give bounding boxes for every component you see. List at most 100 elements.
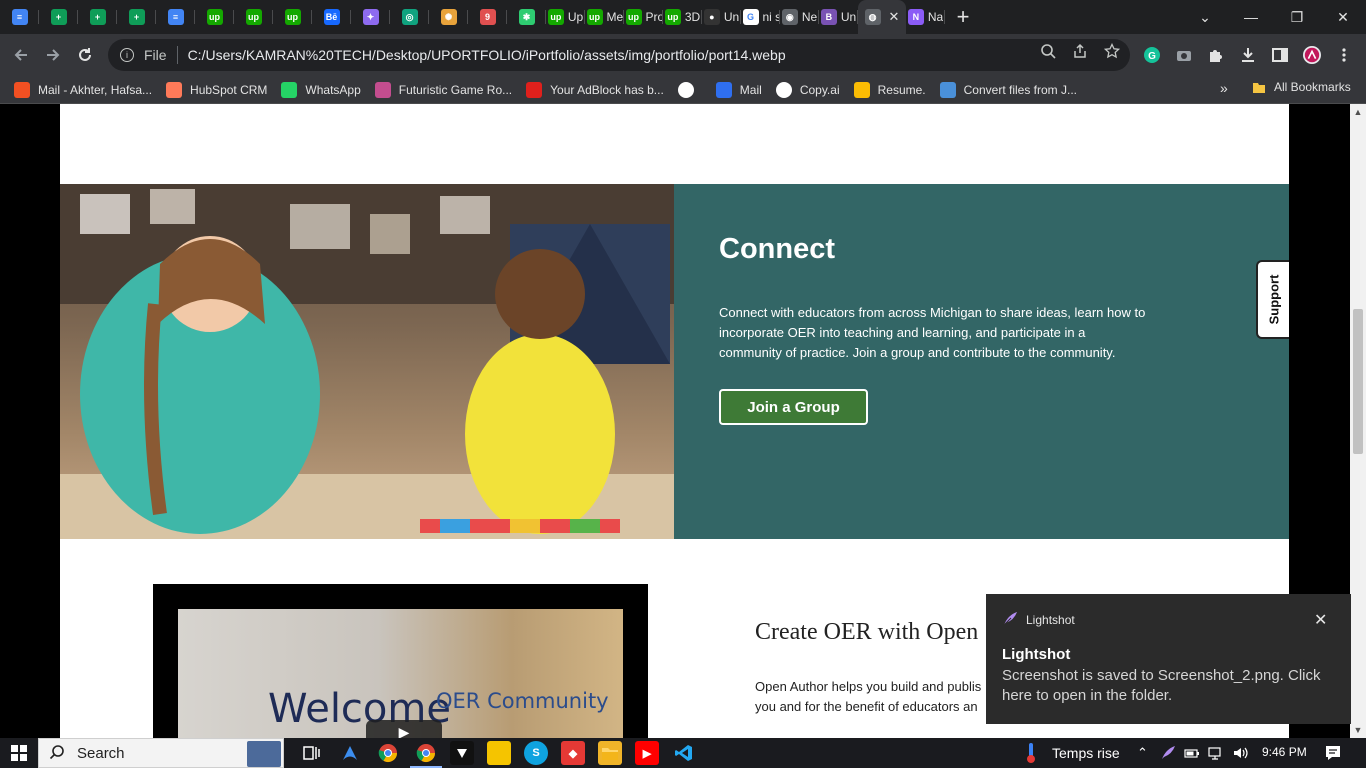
browser-tab[interactable]: +: [78, 0, 117, 34]
bookmark-star-icon[interactable]: [1104, 43, 1120, 59]
bookmark-item[interactable]: Mail - Akhter, Hafsa...: [14, 81, 153, 98]
browser-tab[interactable]: +: [117, 0, 156, 34]
browser-tab[interactable]: ◉ Ne: [780, 0, 819, 34]
bookmark-item[interactable]: Mail: [715, 81, 762, 98]
browser-tab[interactable]: ✦: [351, 0, 390, 34]
close-tab-icon[interactable]: ✕: [889, 9, 900, 25]
bookmark-item[interactable]: HubSpot CRM: [166, 81, 267, 98]
bookmark-item[interactable]: Your AdBlock has b...: [526, 81, 664, 98]
browser-tab[interactable]: ✺: [429, 0, 468, 34]
upwork-icon: up: [547, 9, 564, 25]
bookmarks-overflow-button[interactable]: »: [1220, 80, 1228, 96]
grammarly-extension-icon[interactable]: G: [1143, 46, 1161, 64]
browser-tab[interactable]: 9: [468, 0, 507, 34]
lightshot-notification[interactable]: Lightshot ✕ Lightshot Screenshot is save…: [986, 594, 1351, 724]
browser-tab[interactable]: Bē: [312, 0, 351, 34]
browser-tab[interactable]: up 3D: [663, 0, 702, 34]
task-view-icon[interactable]: [300, 741, 324, 765]
network-icon[interactable]: [1208, 745, 1224, 766]
info-icon[interactable]: i: [120, 48, 134, 62]
skype-icon[interactable]: S: [524, 741, 548, 765]
browser-tab[interactable]: up Up: [546, 0, 585, 34]
page-scrollbar[interactable]: ▲ ▼: [1350, 104, 1366, 738]
browser-tab[interactable]: +: [39, 0, 78, 34]
sticky-notes-icon[interactable]: [487, 741, 511, 765]
tray-overflow-chevron-icon[interactable]: ⌃: [1137, 745, 1148, 761]
children-playing-photo: [60, 184, 674, 539]
battery-icon[interactable]: [1184, 745, 1200, 766]
browser-tab[interactable]: ≡: [156, 0, 195, 34]
back-button[interactable]: [8, 42, 34, 68]
reload-button[interactable]: [72, 42, 98, 68]
browser-tab[interactable]: up: [273, 0, 312, 34]
address-url[interactable]: C:/Users/KAMRAN%20TECH/Desktop/UPORTFOLI…: [188, 47, 786, 63]
browser-tab[interactable]: Gni s: [741, 0, 780, 34]
app-red-icon[interactable]: ◆: [561, 741, 585, 765]
clock-time[interactable]: 9:46 PM: [1262, 745, 1307, 759]
bookmark-item[interactable]: Convert files from J...: [939, 81, 1077, 98]
bookmarks-bar: Mail - Akhter, Hafsa... HubSpot CRM WhatsA…: [0, 76, 1366, 104]
lightshot-tray-icon[interactable]: [1160, 745, 1176, 766]
tab-title: 3D: [684, 10, 701, 24]
bookmark-item[interactable]: WhatsApp: [281, 81, 361, 98]
menu-kebab-icon[interactable]: [1335, 46, 1353, 64]
app-dark-icon[interactable]: [450, 741, 474, 765]
bookmark-label: Mail - Akhter, Hafsa...: [38, 82, 153, 97]
new-tab-button[interactable]: +: [945, 0, 981, 34]
bookmark-item[interactable]: Futuristic Game Ro...: [374, 81, 513, 98]
bookmark-label: Your AdBlock has b...: [550, 82, 664, 97]
chrome-active-icon[interactable]: [410, 741, 442, 768]
maximize-button[interactable]: ❐: [1274, 0, 1320, 34]
weather-widget[interactable]: Temps rise: [1024, 738, 1120, 768]
notification-close-button[interactable]: ✕: [1314, 610, 1327, 630]
browser-tab[interactable]: up Me: [585, 0, 624, 34]
browser-tab[interactable]: ✱: [507, 0, 546, 34]
app-blue-arc-icon[interactable]: [338, 741, 362, 765]
browser-tab[interactable]: N Na: [906, 0, 945, 34]
start-button[interactable]: [0, 738, 38, 768]
side-panel-icon[interactable]: [1271, 46, 1289, 64]
notification-body[interactable]: Screenshot is saved to Screenshot_2.png.…: [1002, 666, 1332, 706]
browser-tab[interactable]: B Un: [819, 0, 858, 34]
share-icon[interactable]: [1072, 43, 1088, 59]
bookmark-item[interactable]: [677, 81, 702, 98]
profile-avatar[interactable]: [1303, 46, 1321, 64]
browser-tab[interactable]: ≡: [0, 0, 39, 34]
sheets-icon: +: [50, 9, 67, 25]
downloads-icon[interactable]: [1239, 46, 1257, 64]
volume-icon[interactable]: [1232, 745, 1248, 766]
tab-search-dropdown[interactable]: ⌄: [1182, 0, 1228, 34]
windows-taskbar: Search S ◆ ▶ Temps rise ⌃ 9:46 PM: [0, 738, 1366, 768]
taskbar-search[interactable]: Search: [38, 738, 284, 768]
browser-tab[interactable]: up Pro: [624, 0, 663, 34]
youtube-icon[interactable]: ▶: [635, 741, 659, 765]
browser-tab[interactable]: up: [234, 0, 273, 34]
close-window-button[interactable]: ✕: [1320, 0, 1366, 34]
scroll-thumb[interactable]: [1353, 309, 1363, 454]
address-bar[interactable]: i File C:/Users/KAMRAN%20TECH/Desktop/UP…: [108, 39, 1130, 71]
zoom-icon[interactable]: [1040, 43, 1056, 59]
bookmark-item[interactable]: Resume.: [853, 81, 926, 98]
browser-tab[interactable]: ● Un: [702, 0, 741, 34]
support-tab[interactable]: Support: [1256, 260, 1289, 339]
extensions-puzzle-icon[interactable]: [1207, 46, 1225, 64]
play-button[interactable]: ▶: [366, 720, 442, 738]
browser-tab[interactable]: up: [195, 0, 234, 34]
browser-tab[interactable]: ◎: [390, 0, 429, 34]
video-player[interactable]: Welcome OER Community ▶: [153, 584, 648, 738]
active-tab[interactable]: ◍ ✕: [858, 0, 906, 34]
docs-icon: ≡: [11, 9, 28, 25]
bookmark-label: Futuristic Game Ro...: [398, 82, 513, 97]
all-bookmarks-button[interactable]: All Bookmarks: [1252, 80, 1351, 94]
file-explorer-icon[interactable]: [598, 741, 622, 765]
forward-button[interactable]: [40, 42, 66, 68]
vscode-icon[interactable]: [672, 741, 696, 765]
scroll-up-arrow-icon[interactable]: ▲: [1350, 104, 1366, 120]
scroll-down-arrow-icon[interactable]: ▼: [1350, 722, 1366, 738]
camera-extension-icon[interactable]: [1175, 46, 1193, 64]
bookmark-item[interactable]: Copy.ai: [775, 81, 840, 98]
minimize-button[interactable]: —: [1228, 0, 1274, 34]
join-a-group-button[interactable]: Join a Group: [719, 389, 868, 425]
notification-center-icon[interactable]: [1324, 744, 1342, 767]
chrome-icon[interactable]: [376, 741, 400, 765]
